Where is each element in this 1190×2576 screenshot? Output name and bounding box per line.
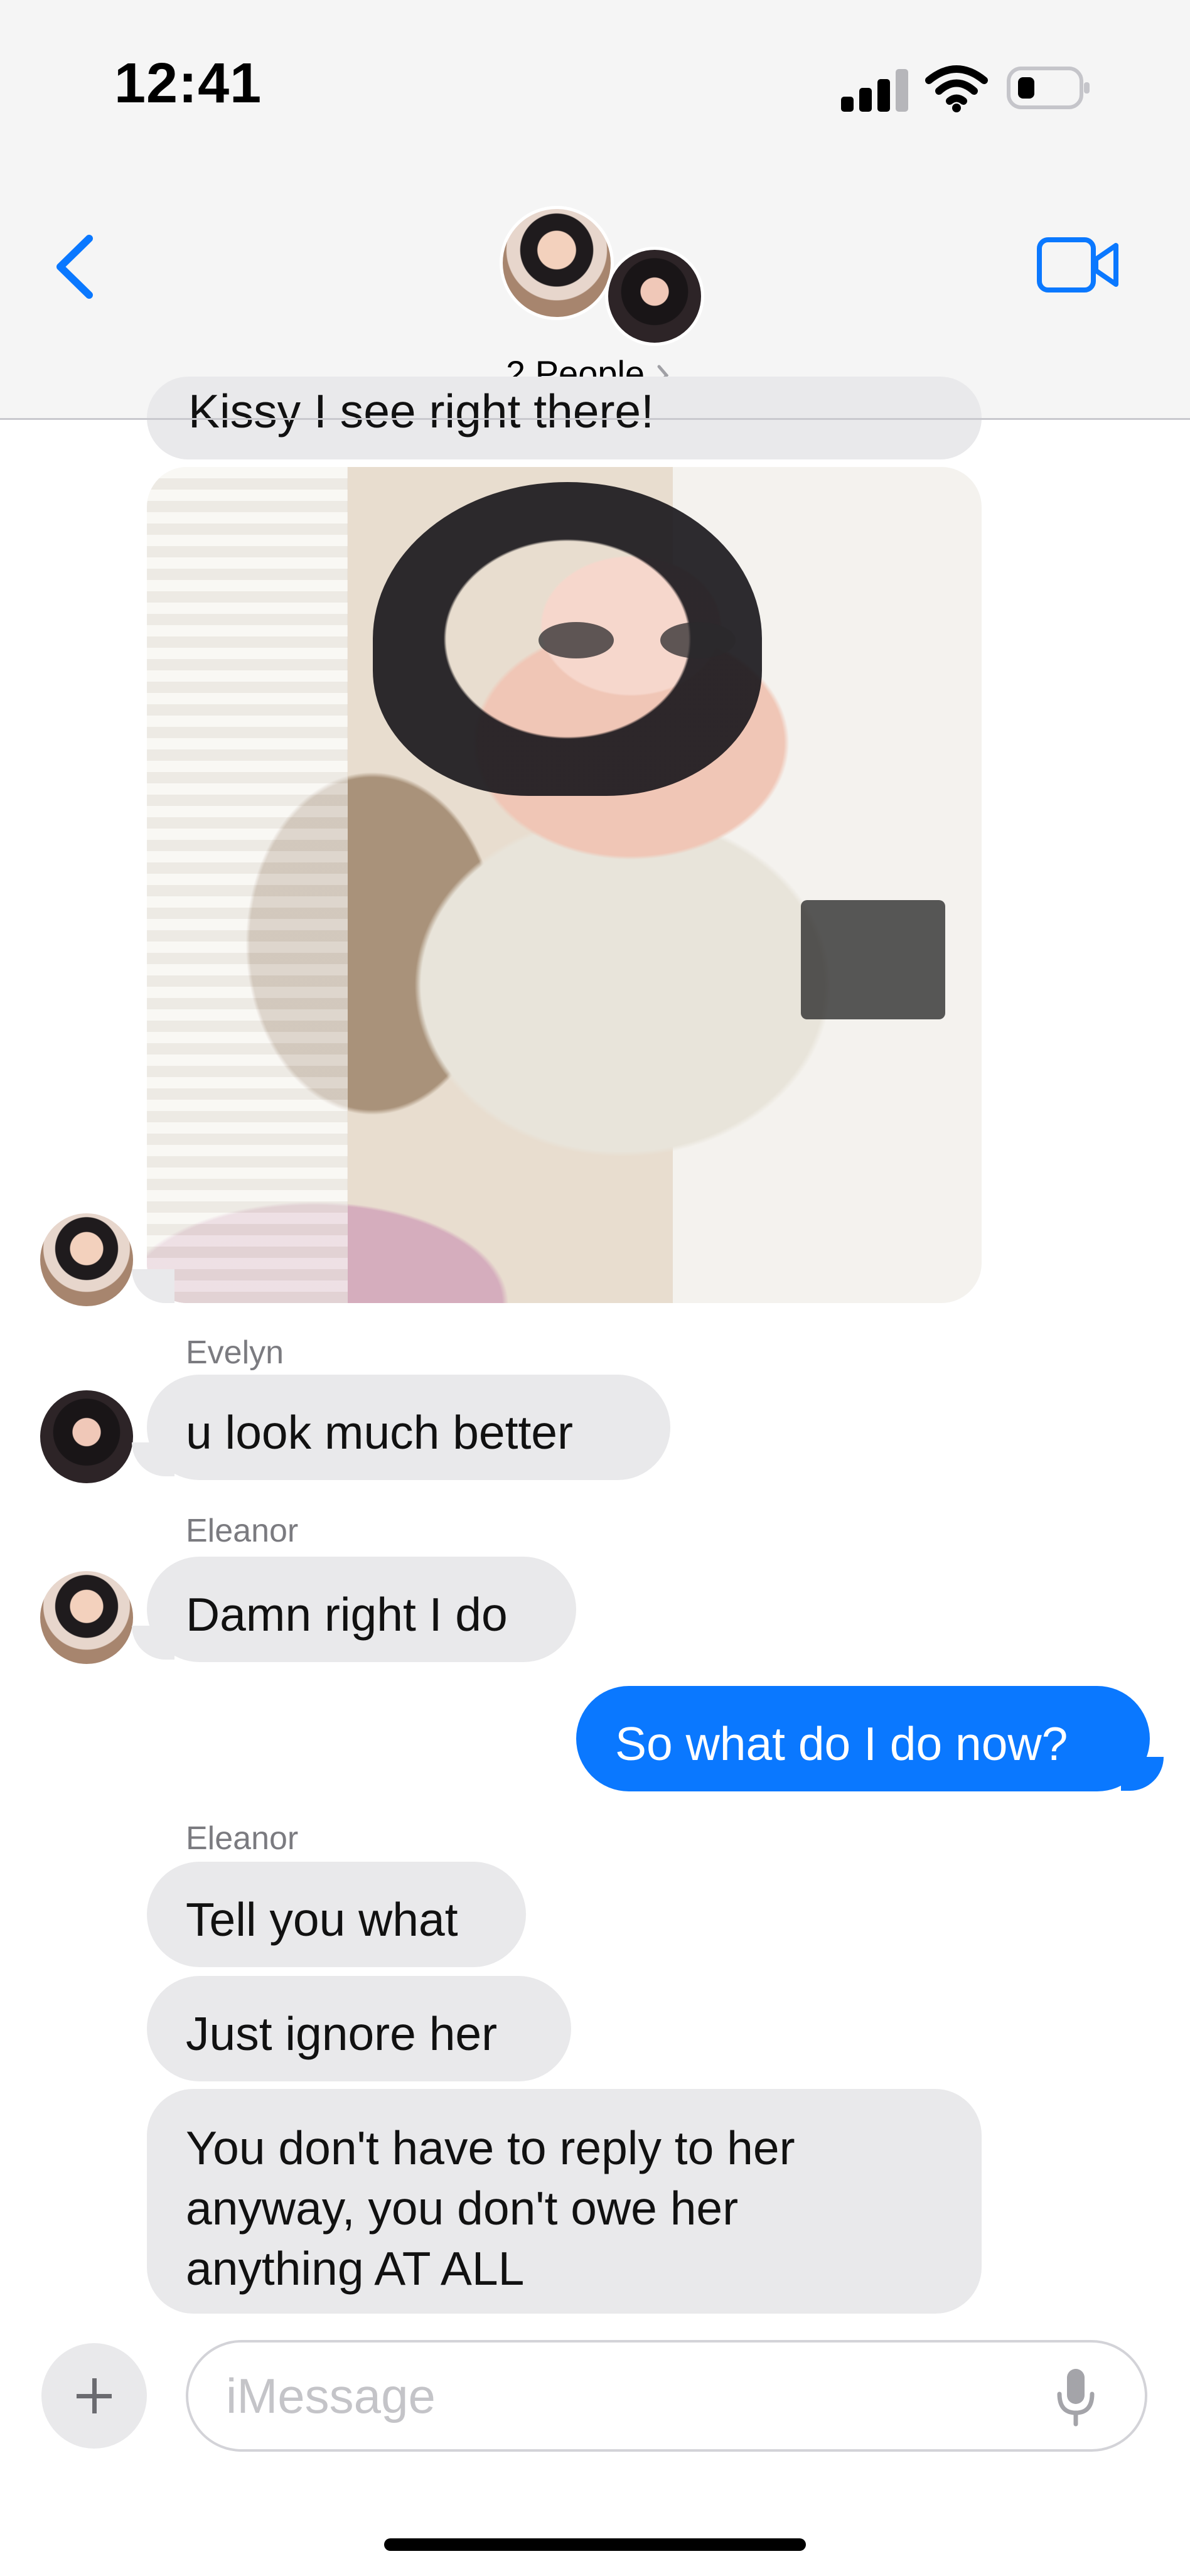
message-bubble-evelyn[interactable]: u look much better xyxy=(147,1375,670,1480)
message-bubble-eleanor[interactable]: Damn right I do xyxy=(147,1557,576,1662)
message-text: Tell you what xyxy=(186,1893,458,1946)
evelyn-avatar-message[interactable] xyxy=(40,1390,133,1483)
message-text: u look much better xyxy=(186,1406,573,1459)
sender-eleanor-label: Eleanor xyxy=(186,1820,299,1857)
home-indicator xyxy=(384,2538,806,2551)
message-input[interactable] xyxy=(186,2340,1147,2452)
message-text: Just ignore her xyxy=(186,2007,498,2060)
message-bubble-eleanor[interactable]: Just ignore her xyxy=(147,1976,571,2081)
battery-icon xyxy=(1007,67,1090,109)
photo-window-blinds xyxy=(147,467,348,1303)
sent-photo[interactable] xyxy=(147,467,982,1303)
message-tail xyxy=(132,1442,174,1476)
sender-evelyn-label: Evelyn xyxy=(186,1334,284,1371)
evelyn-avatar[interactable] xyxy=(605,247,704,346)
eleanor-avatar-photo[interactable] xyxy=(40,1213,133,1306)
message-bubble-eleanor-long[interactable]: You don't have to reply to her anyway, y… xyxy=(147,2089,982,2314)
plus-icon[interactable] xyxy=(41,2343,147,2449)
video-camera-icon[interactable] xyxy=(1037,235,1121,294)
wifi-icon xyxy=(925,65,988,112)
message-text-line: You don't have to reply to her xyxy=(186,2122,795,2174)
microphone-icon[interactable] xyxy=(1054,2366,1097,2427)
photo-tv xyxy=(801,900,945,1019)
message-bubble-eleanor[interactable]: Tell you what xyxy=(147,1862,526,1967)
status-time: 12:41 xyxy=(114,52,262,115)
header-divider xyxy=(0,418,1190,420)
back-chevron-icon[interactable] xyxy=(49,232,99,301)
sender-eleanor-label: Eleanor xyxy=(186,1513,299,1549)
outgoing-message-bubble[interactable]: So what do I do now? xyxy=(576,1686,1150,1791)
message-text: So what do I do now? xyxy=(615,1717,1068,1770)
message-tail xyxy=(132,1626,174,1660)
eleanor-avatar[interactable] xyxy=(500,206,614,320)
photo-tail xyxy=(132,1269,174,1303)
cellular-signal-icon xyxy=(841,68,909,112)
eleanor-avatar-message[interactable] xyxy=(40,1571,133,1664)
outgoing-message-tail xyxy=(1121,1757,1164,1791)
message-text-line: anyway, you don't owe her xyxy=(186,2182,739,2235)
message-text: Damn right I do xyxy=(186,1588,508,1641)
partial-message-text: Kissy I see right there! xyxy=(188,385,654,437)
photo-eye-right xyxy=(660,622,736,658)
photo-eye-left xyxy=(539,622,614,658)
message-text-line: anything AT ALL xyxy=(186,2242,525,2295)
